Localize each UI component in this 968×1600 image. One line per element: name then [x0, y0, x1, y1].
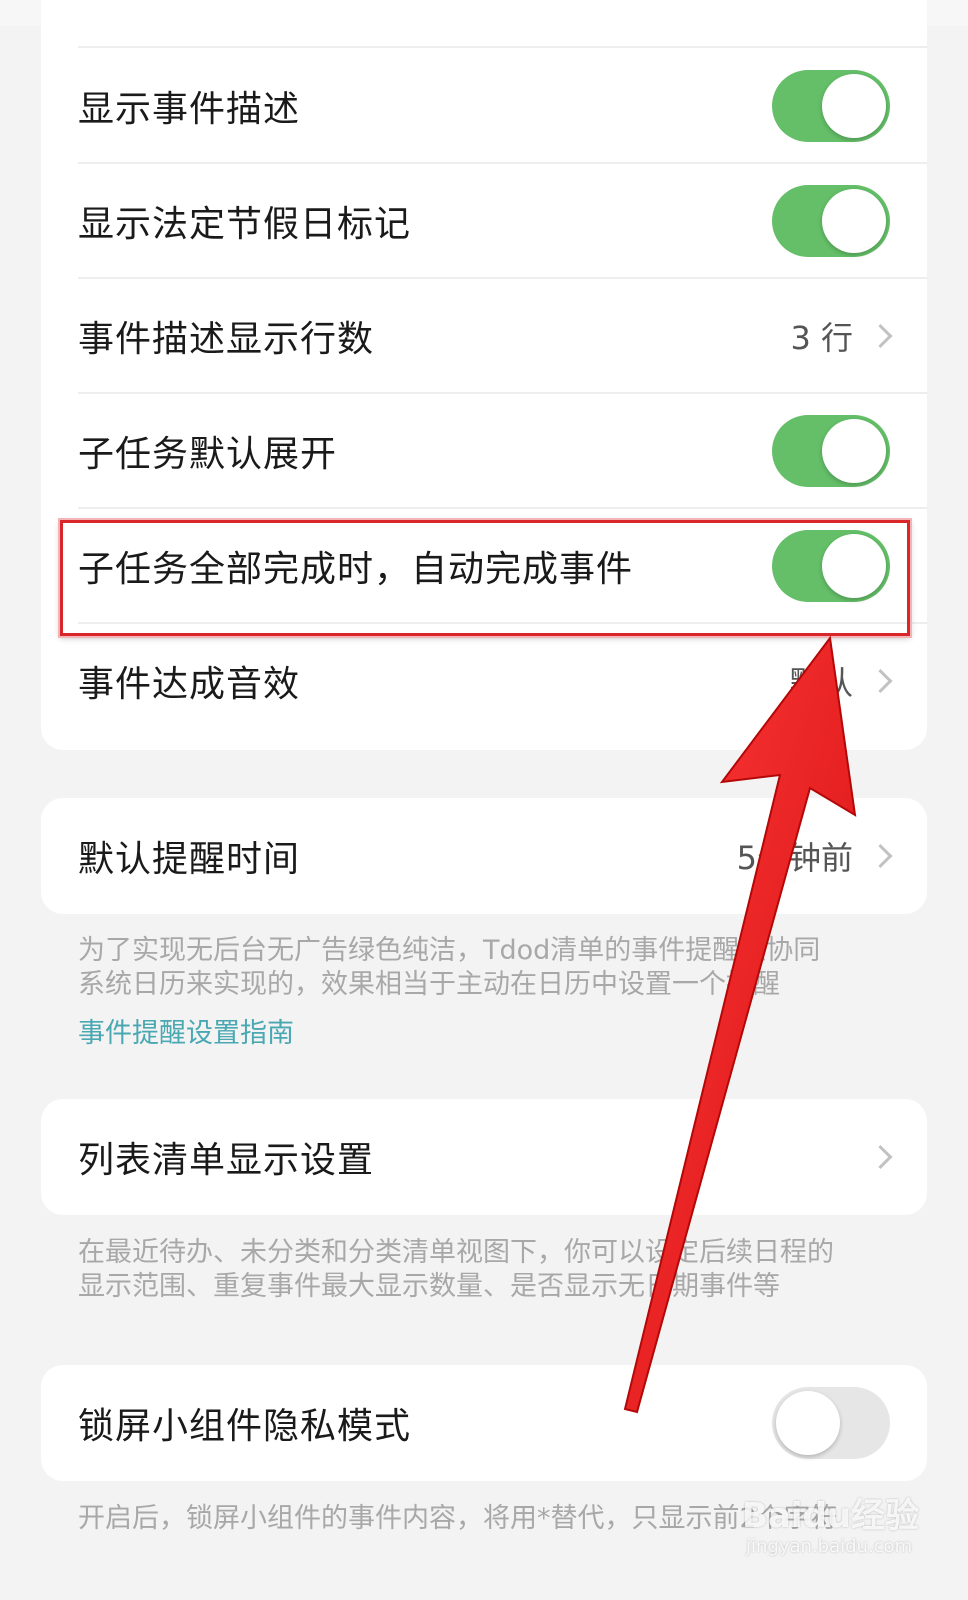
row-show-event-description[interactable]: 显示事件描述	[41, 48, 927, 164]
settings-card-display: 显示事件描述 显示法定节假日标记 事件描述显示行数 3 行 子任务默认展开 子任…	[41, 0, 927, 750]
note-line: 为了实现无后台无广告绿色纯洁，Tdod清单的事件提醒是协同	[78, 935, 821, 966]
toggle-knob	[822, 419, 886, 483]
row-value: 5分钟前	[736, 839, 853, 877]
chevron-right-icon	[868, 843, 893, 869]
watermark-url: jingyan.baidu.com	[746, 1536, 913, 1557]
row-list-display-settings[interactable]: 列表清单显示设置	[41, 1099, 927, 1215]
row-label: 列表清单显示设置	[78, 1140, 375, 1181]
row-label: 事件达成音效	[78, 664, 301, 705]
reminder-guide-link[interactable]: 事件提醒设置指南	[78, 1011, 294, 1050]
reminder-note: 为了实现无后台无广告绿色纯洁，Tdod清单的事件提醒是协同 系统日历来实现的，效…	[78, 934, 898, 1002]
note-line: 显示范围、重复事件最大显示数量、是否显示无日期事件等	[78, 1271, 780, 1302]
chevron-right-icon	[868, 323, 893, 349]
settings-card-list-display: 列表清单显示设置	[41, 1099, 927, 1215]
row-lock-widget-privacy[interactable]: 锁屏小组件隐私模式	[41, 1365, 927, 1481]
row-label: 子任务默认展开	[78, 434, 338, 475]
auto-complete-toggle[interactable]	[772, 530, 890, 602]
watermark-logo: Baidu经验	[742, 1496, 920, 1536]
row-label: 子任务全部完成时，自动完成事件	[78, 549, 634, 590]
row-completion-sound[interactable]: 事件达成音效 默认	[41, 623, 927, 739]
toggle-knob	[822, 74, 886, 138]
settings-card-reminder: 默认提醒时间 5分钟前	[41, 798, 927, 914]
toggle-knob	[776, 1391, 840, 1455]
toggle-knob	[822, 189, 886, 253]
row-label: 默认提醒时间	[78, 839, 301, 880]
list-display-note: 在最近待办、未分类和分类清单视图下，你可以设定后续日程的 显示范围、重复事件最大…	[78, 1236, 898, 1304]
row-show-holiday-mark[interactable]: 显示法定节假日标记	[41, 163, 927, 279]
note-line: 系统日历来实现的，效果相当于主动在日历中设置一个提醒	[78, 969, 780, 1000]
row-default-reminder[interactable]: 默认提醒时间 5分钟前	[41, 798, 927, 914]
settings-card-lock-widget: 锁屏小组件隐私模式	[41, 1365, 927, 1481]
row-value: 3 行	[790, 319, 853, 357]
row-value: 默认	[788, 664, 853, 702]
row-label: 锁屏小组件隐私模式	[78, 1406, 412, 1447]
chevron-right-icon	[868, 668, 893, 694]
row-label: 显示法定节假日标记	[78, 204, 412, 245]
subtask-expand-toggle[interactable]	[772, 415, 890, 487]
row-subtask-expand[interactable]: 子任务默认展开	[41, 393, 927, 509]
row-label: 事件描述显示行数	[78, 319, 375, 360]
note-line: 在最近待办、未分类和分类清单视图下，你可以设定后续日程的	[78, 1237, 834, 1268]
lock-widget-privacy-toggle[interactable]	[772, 1387, 890, 1459]
row-auto-complete-event[interactable]: 子任务全部完成时，自动完成事件	[41, 508, 927, 624]
show-description-toggle[interactable]	[772, 70, 890, 142]
chevron-right-icon	[868, 1144, 893, 1170]
toggle-knob	[822, 534, 886, 598]
row-label: 显示事件描述	[78, 89, 301, 130]
row-description-lines[interactable]: 事件描述显示行数 3 行	[41, 278, 927, 394]
holiday-mark-toggle[interactable]	[772, 185, 890, 257]
